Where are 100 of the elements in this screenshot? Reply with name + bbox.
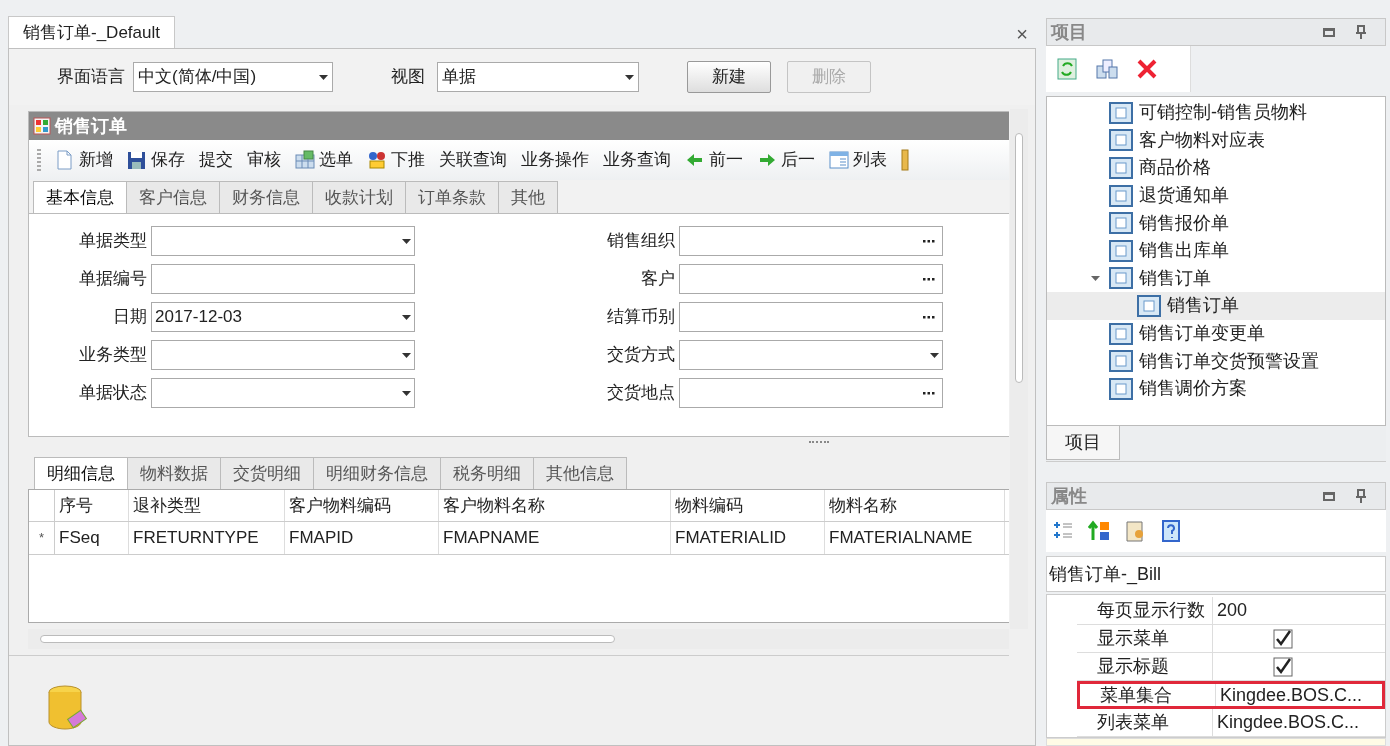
lookup-field[interactable] [679,378,943,408]
tree-item[interactable]: 销售订单 [1047,292,1385,320]
checkbox[interactable] [1273,656,1293,677]
maximize-button[interactable] [1323,491,1335,501]
toolbar-button[interactable]: 选单 [295,147,353,173]
dropdown-caret-icon [402,238,411,244]
scrollbar[interactable] [1010,109,1028,629]
tab[interactable]: 订单条款 [405,181,499,213]
tab[interactable]: 税务明细 [440,457,534,489]
tree-item[interactable]: 销售订单交货预警设置 [1047,347,1385,375]
tree-item[interactable]: 可销控制-销售员物料 [1047,99,1385,127]
form-icon [1109,101,1133,124]
help-button[interactable] [1160,520,1182,542]
property-row[interactable]: 列表菜单 Kingdee.BOS.C... [1077,709,1385,737]
view-dropdown[interactable]: 单据 [437,62,639,92]
field-label: 业务类型 [78,344,147,367]
column-header[interactable]: 物料名称 [825,490,1005,521]
tab[interactable]: 收款计划 [312,181,406,213]
tree-item[interactable]: 销售订单变更单 [1047,319,1385,348]
dropdown-field[interactable] [679,340,943,370]
toolbar-button[interactable]: 前一 [685,147,743,173]
sort-icon [1088,520,1110,542]
tab[interactable]: 财务信息 [219,181,313,213]
property-row[interactable]: 显示菜单 [1077,625,1385,653]
lookup-field[interactable] [679,226,943,256]
dropdown-field[interactable] [151,340,415,370]
column-header[interactable]: 序号 [55,490,129,521]
toolbar-button[interactable]: 保存 [127,147,185,173]
form-icon [1109,322,1133,345]
toolbar-button[interactable]: 新增 [55,147,113,173]
tree-item[interactable]: 销售订单 [1047,264,1385,293]
toolbar-button[interactable]: 业务查询 [603,147,671,173]
sort-button[interactable] [1088,520,1110,542]
tab[interactable]: 明细信息 [34,457,128,489]
form-icon [1109,267,1133,290]
field-label: 日期 [112,306,147,329]
form-icon [1109,184,1133,207]
table-cell: FMAPID [285,522,439,554]
field-label: 交货方式 [606,344,675,367]
window-list-icon [829,150,849,170]
column-header[interactable]: 退补类型 [129,490,285,521]
toolbar-button[interactable]: 列表 [829,147,887,173]
toolbar-button[interactable]: 业务操作 [521,147,589,173]
dropdown-field[interactable] [151,378,415,408]
property-row[interactable]: 每页显示行数 200 [1077,597,1385,625]
column-header[interactable]: 客户物料名称 [439,490,671,521]
document-tab[interactable]: 销售订单-_Default [8,16,175,48]
tree-item[interactable]: 销售出库单 [1047,236,1385,265]
toolbar-button[interactable]: 关联查询 [439,147,507,173]
property-name: 显示菜单 [1077,625,1213,652]
column-header[interactable]: 物料编码 [671,490,825,521]
form-icon [1109,212,1133,235]
dropdown-caret-icon [402,352,411,358]
lookup-field[interactable] [679,264,943,294]
form-title: 销售订单 [55,114,127,138]
tab[interactable]: 物料数据 [127,457,221,489]
object-selector[interactable]: 销售订单-_Bill [1046,556,1386,592]
tab[interactable]: 其他 [498,181,558,213]
form-icon [1137,294,1161,317]
pin-icon [1355,25,1367,39]
table-cell: FRETURNTYPE [129,522,285,554]
tab[interactable]: 客户信息 [126,181,220,213]
toolbar-button[interactable]: 提交 [199,147,233,173]
scrollbar[interactable] [28,629,1012,649]
tab[interactable]: 明细财务信息 [313,457,441,489]
panel-tab[interactable]: 项目 [1046,426,1120,460]
toolbar-button[interactable]: 审核 [247,147,281,173]
toolbar-button[interactable]: 下推 [367,147,425,173]
property-row[interactable]: 显示标题 [1077,653,1385,681]
checkbox[interactable] [1273,628,1293,649]
toolbar-button[interactable]: 后一 [757,147,815,173]
delete-button[interactable] [1136,58,1158,80]
close-button[interactable]: × [1016,24,1028,44]
tree-item[interactable]: 销售调价方案 [1047,374,1385,403]
property-name: 菜单集合 [1080,684,1216,706]
toolbar-button[interactable] [1096,58,1118,80]
tree-item[interactable]: 退货通知单 [1047,181,1385,210]
property-name: 显示标题 [1077,653,1213,680]
tab[interactable]: 其他信息 [533,457,627,489]
tab[interactable]: 交货明细 [220,457,314,489]
splitter-handle[interactable] [808,441,829,444]
language-dropdown[interactable]: 中文(简体/中国) [133,62,333,92]
property-name: 每页显示行数 [1077,597,1213,624]
dropdown-caret-icon [402,314,411,320]
dropdown-field[interactable]: 2017-12-03 [151,302,415,332]
tree-item[interactable]: 商品价格 [1047,154,1385,182]
dropdown-caret-icon [319,74,328,80]
column-header[interactable]: 客户物料编码 [285,490,439,521]
tree-item[interactable]: 客户物料对应表 [1047,126,1385,155]
input-field[interactable] [151,264,415,294]
lookup-field[interactable] [679,302,943,332]
tab[interactable]: 基本信息 [33,181,127,213]
tree-item[interactable]: 销售报价单 [1047,209,1385,237]
dropdown-field[interactable] [151,226,415,256]
toolbar-button[interactable]: 新建 [687,61,771,93]
toolbar-button[interactable] [1124,520,1146,542]
database-icon [47,684,87,732]
maximize-button[interactable] [1323,27,1335,37]
refresh-button[interactable] [1056,58,1078,80]
property-row[interactable]: 菜单集合 Kingdee.BOS.C... [1077,681,1385,709]
